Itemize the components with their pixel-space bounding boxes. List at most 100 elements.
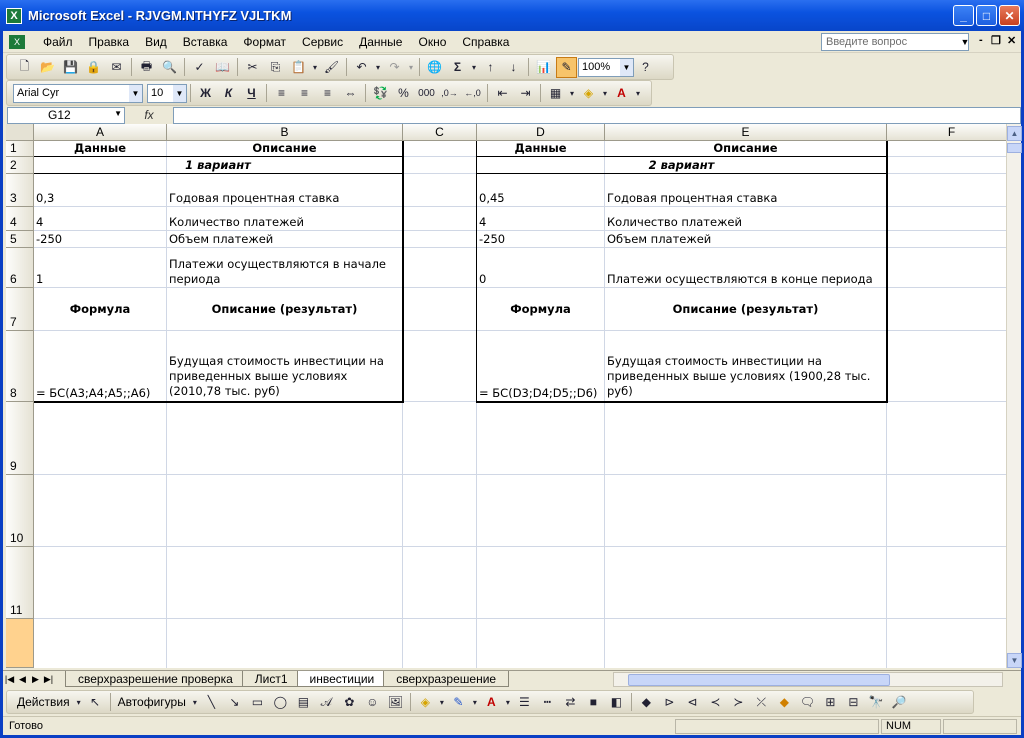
currency-icon[interactable]: 💱	[370, 83, 391, 104]
font-color-icon[interactable]: A	[481, 692, 502, 713]
help-dropdown-icon[interactable]: ▼	[959, 33, 971, 51]
redo-dropdown-icon[interactable]: ▾	[407, 57, 415, 78]
cell-b4[interactable]: Количество платежей	[167, 207, 402, 230]
sheet-tab[interactable]: Лист1	[241, 671, 301, 687]
trace-error-icon[interactable]: ◆	[774, 692, 795, 713]
cell-b1[interactable]: Описание	[167, 141, 402, 156]
thousands-button[interactable]: 000	[416, 83, 437, 104]
clipart-icon[interactable]: ☺	[362, 692, 383, 713]
decrease-decimal-icon[interactable]: ←,0	[462, 83, 483, 104]
cell-a7[interactable]: Формула	[34, 288, 166, 330]
align-center-icon[interactable]: ≡	[294, 83, 315, 104]
cell-b3[interactable]: Годовая процентная ставка	[167, 174, 402, 206]
font-color-dropdown-icon[interactable]: ▾	[504, 692, 512, 713]
help-icon[interactable]: ?	[635, 57, 656, 78]
close-button[interactable]: ✕	[999, 5, 1020, 26]
font-size-select[interactable]: 10 ▼	[147, 83, 187, 103]
menu-format[interactable]: Формат	[235, 35, 294, 49]
undo-dropdown-icon[interactable]: ▾	[374, 57, 382, 78]
rectangle-icon[interactable]: ▭	[247, 692, 268, 713]
horizontal-scroll-thumb[interactable]	[628, 674, 890, 686]
scroll-up-icon[interactable]: ▲	[1007, 126, 1022, 141]
cell-e8[interactable]: Будущая стоимость инвестиции на приведен…	[605, 331, 875, 401]
hyperlink-icon[interactable]: 🌐	[424, 57, 445, 78]
row-header-8[interactable]: 8	[6, 331, 34, 402]
column-header-b[interactable]: B	[167, 124, 403, 141]
print-preview-icon[interactable]: 🔍	[159, 57, 180, 78]
remove-dependents-icon[interactable]: ≻	[728, 692, 749, 713]
horizontal-scrollbar[interactable]	[613, 672, 1003, 687]
underline-button[interactable]: Ч	[241, 83, 262, 104]
paste-icon[interactable]: 📋	[288, 57, 309, 78]
spreadsheet-grid[interactable]: A B C D E F 1 2 3 4 5 6 7 8 9 10 11 Данн…	[6, 124, 1006, 668]
line-color-dropdown-icon[interactable]: ▾	[471, 692, 479, 713]
borders-dropdown-icon[interactable]: ▾	[568, 83, 576, 104]
trace-dependents-icon[interactable]: ≺	[705, 692, 726, 713]
decrease-indent-icon[interactable]: ⇤	[492, 83, 513, 104]
font-size-dropdown-icon[interactable]: ▼	[173, 84, 186, 102]
cell-e1[interactable]: Описание	[605, 141, 886, 156]
remove-arrows-icon[interactable]: ⤫	[751, 692, 772, 713]
bold-button[interactable]: Ж	[195, 83, 216, 104]
dash-style-icon[interactable]: ┅	[537, 692, 558, 713]
evaluate-formula-icon[interactable]: 🔎	[889, 692, 910, 713]
sort-ascending-icon[interactable]: ↑	[480, 57, 501, 78]
row-header-9[interactable]: 9	[6, 402, 34, 475]
arrow-style-icon[interactable]: ⇄	[560, 692, 581, 713]
menu-view[interactable]: Вид	[137, 35, 175, 49]
wordart-icon[interactable]: 𝒜	[316, 692, 337, 713]
next-sheet-icon[interactable]: ▶	[29, 674, 42, 685]
chart-wizard-icon[interactable]: 📊	[533, 57, 554, 78]
menu-edit[interactable]: Правка	[81, 35, 138, 49]
copy-icon[interactable]: ⎘	[265, 57, 286, 78]
cell-a2-merged[interactable]: 1 вариант	[34, 157, 402, 173]
fill-dropdown-icon[interactable]: ▾	[438, 692, 446, 713]
first-sheet-icon[interactable]: |◀	[3, 674, 16, 685]
zoom-dropdown-icon[interactable]: ▼	[620, 58, 633, 76]
column-header-c[interactable]: C	[403, 124, 477, 141]
cell-e6[interactable]: Платежи осуществляются в конце периода	[605, 248, 886, 287]
cell-d8[interactable]: = БС(D3;D4;D5;;D6)	[477, 331, 604, 401]
italic-button[interactable]: К	[218, 83, 239, 104]
workbook-restore-button[interactable]: ❐	[991, 34, 1001, 47]
menu-file[interactable]: Файл	[35, 35, 81, 49]
row-header-1[interactable]: 1	[6, 141, 34, 157]
cell-b8[interactable]: Будущая стоимость инвестиции на приведен…	[167, 331, 402, 401]
column-header-d[interactable]: D	[477, 124, 605, 141]
picture-icon[interactable]: 🖼	[385, 692, 406, 713]
actions-menu[interactable]: Действия	[13, 695, 74, 709]
clear-circles-icon[interactable]: ⊟	[843, 692, 864, 713]
name-box-dropdown-icon[interactable]: ▼	[114, 109, 122, 118]
cell-d4[interactable]: 4	[477, 207, 604, 230]
cell-d2-merged[interactable]: 2 вариант	[477, 157, 886, 173]
shadow-icon[interactable]: ■	[583, 692, 604, 713]
fill-color-icon[interactable]: ◈	[415, 692, 436, 713]
insert-function-icon[interactable]: fx	[125, 108, 173, 122]
autosum-dropdown-icon[interactable]: ▾	[470, 57, 478, 78]
spelling-icon[interactable]: ✓	[189, 57, 210, 78]
actions-dropdown-icon[interactable]: ▾	[75, 692, 83, 713]
select-objects-icon[interactable]: ↖	[85, 692, 106, 713]
cut-icon[interactable]: ✂	[242, 57, 263, 78]
circle-invalid-icon[interactable]: ⊞	[820, 692, 841, 713]
autoshapes-dropdown-icon[interactable]: ▾	[191, 692, 199, 713]
diagram-icon[interactable]: ✿	[339, 692, 360, 713]
cell-b6[interactable]: Платежи осуществляются в начале периода	[167, 248, 402, 287]
fill-color-icon[interactable]: ◈	[578, 83, 599, 104]
cell-d5[interactable]: -250	[477, 231, 604, 247]
vertical-scrollbar[interactable]: ▲ ▼	[1006, 124, 1022, 668]
research-icon[interactable]: 📖	[212, 57, 233, 78]
new-comment-icon[interactable]: 🗨	[797, 692, 818, 713]
formula-input[interactable]	[173, 106, 1021, 124]
row-header-5[interactable]: 5	[6, 231, 34, 248]
font-color-icon[interactable]: A	[611, 83, 632, 104]
scroll-thumb[interactable]	[1007, 143, 1022, 153]
undo-icon[interactable]: ↶	[351, 57, 372, 78]
help-search-input[interactable]: Введите вопрос	[821, 33, 969, 51]
menu-help[interactable]: Справка	[454, 35, 517, 49]
scroll-down-icon[interactable]: ▼	[1007, 653, 1022, 668]
trace-precedents-icon[interactable]: ⊳	[659, 692, 680, 713]
arrow-icon[interactable]: ↘	[224, 692, 245, 713]
line-color-icon[interactable]: ✎	[448, 692, 469, 713]
cell-e5[interactable]: Объем платежей	[605, 231, 886, 247]
